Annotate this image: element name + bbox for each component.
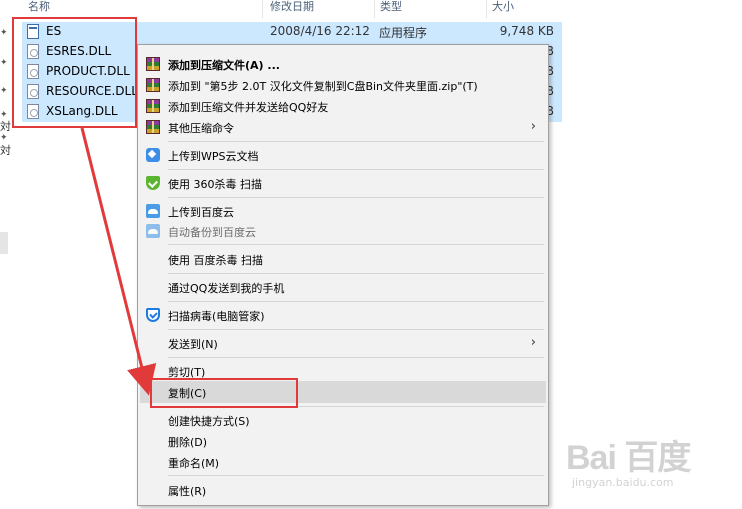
menu-separator [168, 169, 544, 170]
menu-item-label: 上传到WPS云文档 [168, 150, 259, 163]
annotation-box-copy [150, 378, 298, 408]
baidu-watermark: Bai 百度 jingyan.baidu.com [566, 430, 726, 500]
menu-item-properties[interactable]: 属性(R) [140, 479, 546, 501]
menu-item-label: 通过QQ发送到我的手机 [168, 282, 285, 295]
context-menu: 添加到压缩文件(A) ... 添加到 "第5步 2.0T 汉化文件复制到C盘Bi… [137, 44, 549, 506]
menu-item-upload-wps[interactable]: 上传到WPS云文档 [140, 144, 546, 166]
wps-cloud-icon [146, 148, 160, 162]
file-type: 应用程序 [379, 26, 428, 40]
menu-item-upload-baidu[interactable]: 上传到百度云 [140, 200, 546, 222]
menu-item-label: 重命名(M) [168, 457, 220, 470]
file-size: 9,748 KB [499, 24, 554, 38]
menu-item-send-to[interactable]: 发送到(N) › [140, 332, 546, 354]
menu-item-label: 使用 百度杀毒 扫描 [168, 254, 263, 267]
menu-item-create-shortcut[interactable]: 创建快捷方式(S) [140, 409, 546, 431]
menu-item-add-and-send-qq[interactable]: 添加到压缩文件并发送给QQ好友 [140, 95, 546, 117]
menu-separator [168, 244, 544, 245]
menu-item-add-to-zip[interactable]: 添加到 "第5步 2.0T 汉化文件复制到C盘Bin文件夹里面.zip"(T) [140, 74, 546, 96]
watermark-url: jingyan.baidu.com [572, 476, 674, 489]
menu-separator [168, 197, 544, 198]
nav-selected-item[interactable] [0, 232, 8, 254]
pin-icon[interactable]: ✦ [0, 58, 8, 68]
pin-icon[interactable]: ✦ [0, 28, 8, 38]
nav-item-fragment[interactable]: 対 [0, 142, 11, 158]
menu-item-label: 创建快捷方式(S) [168, 415, 250, 428]
baidu-logo: Bai 百度 [566, 439, 691, 477]
menu-item-label: 其他压缩命令 [168, 122, 234, 135]
menu-item-label: 删除(D) [168, 436, 208, 449]
menu-item-send-qq-phone[interactable]: 通过QQ发送到我的手机 [140, 276, 546, 298]
chevron-right-icon: › [530, 119, 536, 134]
menu-item-label: 发送到(N) [168, 338, 218, 351]
menu-item-label: 属性(R) [168, 485, 207, 498]
column-header-type[interactable]: 类型 [380, 0, 402, 18]
menu-item-label: 使用 360杀毒 扫描 [168, 178, 262, 191]
winrar-icon [146, 99, 160, 113]
annotation-box-files [12, 17, 137, 128]
menu-separator [168, 329, 544, 330]
column-header-date[interactable]: 修改日期 [270, 0, 314, 18]
menu-item-delete[interactable]: 删除(D) [140, 430, 546, 452]
menu-item-other-compress[interactable]: 其他压缩命令 › [140, 116, 546, 138]
menu-separator [168, 475, 544, 476]
tencent-shield-icon [146, 308, 160, 322]
column-divider[interactable] [374, 0, 375, 18]
menu-item-label: 扫描病毒(电脑管家) [168, 310, 265, 323]
menu-item-add-archive[interactable]: 添加到压缩文件(A) ... [140, 53, 546, 75]
menu-item-rename[interactable]: 重命名(M) [140, 451, 546, 473]
column-header-size[interactable]: 大小 [492, 0, 514, 18]
menu-item-label: 自动备份到百度云 [168, 226, 256, 239]
column-header-name[interactable]: 名称 [28, 0, 50, 18]
menu-item-label: 上传到百度云 [168, 206, 234, 219]
file-date: 2008/4/16 22:12 [270, 24, 370, 38]
baidu-cloud-icon [146, 224, 160, 238]
winrar-icon [146, 57, 160, 71]
menu-separator [168, 273, 544, 274]
menu-separator [168, 357, 544, 358]
360-antivirus-icon [146, 176, 160, 190]
pin-icon[interactable]: ✦ [0, 86, 8, 96]
menu-item-label: 添加到压缩文件并发送给QQ好友 [168, 101, 329, 114]
menu-item-scan-baidu[interactable]: 使用 百度杀毒 扫描 [140, 248, 546, 270]
menu-item-label: 添加到压缩文件(A) ... [168, 59, 280, 72]
nav-item-fragment[interactable]: 対 [0, 118, 11, 134]
column-divider[interactable] [262, 0, 263, 18]
chevron-right-icon: › [530, 335, 536, 350]
winrar-icon [146, 78, 160, 92]
baidu-cloud-icon [146, 204, 160, 218]
menu-separator [168, 301, 544, 302]
menu-item-scan-tencent[interactable]: 扫描病毒(电脑管家) [140, 304, 546, 326]
menu-item-label: 添加到 "第5步 2.0T 汉化文件复制到C盘Bin文件夹里面.zip"(T) [168, 80, 478, 93]
navigation-pane: ✦ ✦ ✦ ✦ 対 ✦ 対 [0, 0, 11, 509]
winrar-icon [146, 120, 160, 134]
menu-separator [168, 141, 544, 142]
menu-item-scan-360[interactable]: 使用 360杀毒 扫描 [140, 172, 546, 194]
column-divider[interactable] [486, 0, 487, 18]
menu-item-auto-backup-baidu[interactable]: 自动备份到百度云 [140, 220, 546, 242]
